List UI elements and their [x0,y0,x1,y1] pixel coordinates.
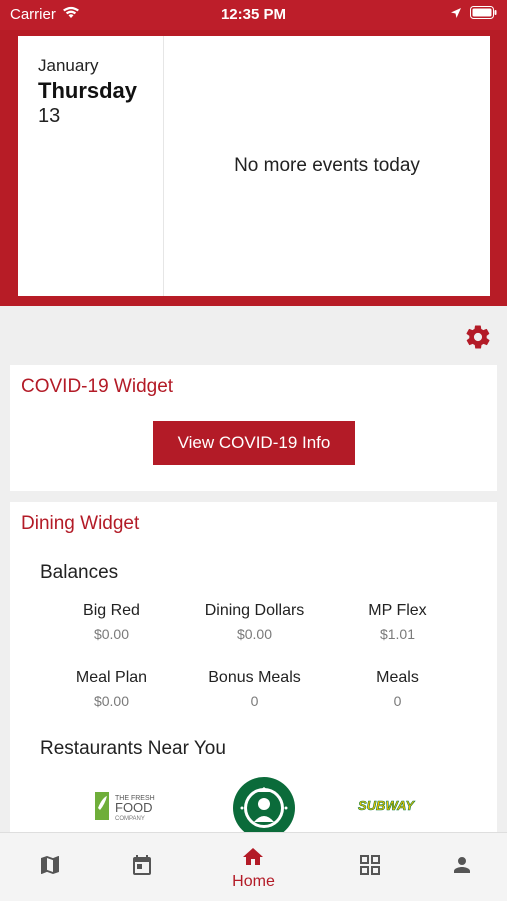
no-events-message: No more events today [234,155,420,176]
balance-meal-plan: Meal Plan $0.00 [40,669,183,709]
balance-label: MP Flex [368,602,427,619]
calendar-day: 13 [38,105,61,127]
date-column: January Thursday 13 [18,36,164,296]
balance-dining-dollars: Dining Dollars $0.00 [183,602,326,642]
location-arrow-icon [450,6,462,23]
fresh-food-company-logo[interactable]: THE FRESH FOOD COMPANY [95,788,175,824]
balance-value: $0.00 [93,693,130,709]
hero-banner: January Thursday 13 No more events today [0,30,507,306]
restaurant-logos: THE FRESH FOOD COMPANY SUBWAY [40,772,470,832]
battery-icon [470,6,497,23]
settings-gear-icon[interactable] [464,323,492,351]
subway-logo[interactable]: SUBWAY [356,794,422,818]
balance-mp-flex: MP Flex $1.01 [326,602,469,642]
events-column: No more events today [164,36,490,296]
calendar-card[interactable]: January Thursday 13 No more events today [18,36,490,296]
view-covid-info-button[interactable]: View COVID-19 Info [153,421,355,465]
starbucks-logo[interactable] [232,776,296,832]
tab-profile[interactable] [412,833,507,901]
svg-text:FOOD: FOOD [115,800,153,815]
calendar-month: January [38,56,99,75]
balance-bonus-meals: Bonus Meals 0 [183,669,326,709]
balances-heading: Balances [40,562,119,583]
balance-big-red: Big Red $0.00 [40,602,183,642]
balance-label: Big Red [83,602,140,619]
covid-widget: COVID-19 Widget View COVID-19 Info [10,365,497,491]
restaurants-heading: Restaurants Near You [40,738,226,759]
tab-bar: Home [0,832,507,901]
person-icon [454,857,470,873]
status-bar: Carrier 12:35 PM [0,0,507,30]
tab-home-label: Home [232,873,275,890]
balance-value: $0.00 [236,626,273,642]
tab-home[interactable]: Home [203,833,304,901]
home-icon [243,848,263,865]
balance-meals: Meals 0 [326,669,469,709]
tab-widgets[interactable] [320,833,421,901]
balance-label: Meal Plan [75,669,148,686]
balance-value: 0 [393,693,402,709]
dining-widget: Dining Widget Balances Big Red $0.00 Din… [10,502,497,832]
map-icon [41,856,59,874]
covid-widget-title: COVID-19 Widget [21,376,174,397]
svg-text:SUBWAY: SUBWAY [358,798,415,813]
grid-icon [360,855,380,875]
balance-label: Meals [376,669,419,686]
balance-value: $0.00 [93,626,130,642]
status-time: 12:35 PM [220,6,287,23]
tab-calendar[interactable] [92,833,193,901]
balance-label: Dining Dollars [204,602,305,619]
tab-map[interactable] [0,833,101,901]
balance-value: 0 [250,693,259,709]
calendar-icon [133,855,151,875]
svg-text:COMPANY: COMPANY [115,816,145,822]
balance-value: $1.01 [379,626,416,642]
status-right-group [450,6,497,23]
calendar-weekday: Thursday [38,78,138,103]
dining-widget-title: Dining Widget [21,513,140,534]
balance-label: Bonus Meals [208,669,301,686]
